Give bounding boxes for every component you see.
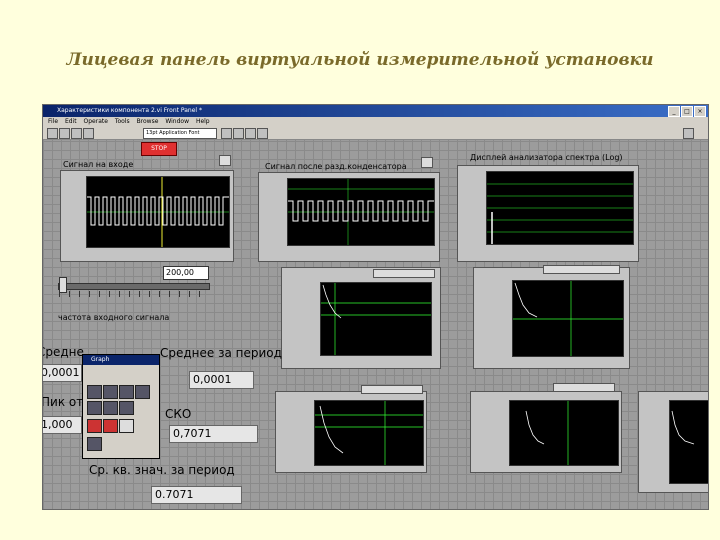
font-selector[interactable]: 13pt Application Font — [143, 128, 217, 139]
graph8[interactable] — [638, 391, 708, 493]
mean-left-value: 0,0001 — [43, 364, 82, 382]
resize-icon[interactable] — [245, 128, 256, 139]
distribute-icon[interactable] — [233, 128, 244, 139]
minimize-button[interactable]: _ — [668, 106, 680, 117]
pan-icon[interactable] — [103, 385, 118, 399]
stop-button[interactable]: STOP — [141, 142, 177, 156]
capacitor-signal-graph[interactable] — [258, 172, 440, 262]
reorder-icon[interactable] — [257, 128, 268, 139]
spectrum-graph[interactable] — [457, 165, 639, 262]
graph7-selector[interactable] — [553, 383, 615, 392]
graph7-plot — [525, 401, 569, 465]
graph6-selector[interactable] — [361, 385, 423, 394]
frequency-slider-scale — [59, 291, 209, 297]
frequency-slider[interactable] — [58, 283, 210, 290]
grid-icon[interactable] — [103, 401, 118, 415]
hand-icon[interactable] — [119, 419, 134, 433]
zoom-out-icon[interactable] — [87, 419, 102, 433]
toolbar: 13pt Application Font — [43, 127, 708, 140]
run-arrow-icon[interactable] — [47, 128, 58, 139]
capacitor-signal-plot — [288, 179, 434, 245]
menu-file[interactable]: File — [48, 118, 58, 125]
maximize-button[interactable]: □ — [681, 106, 693, 117]
graph4[interactable] — [281, 267, 441, 369]
rms-value: 0,7071 — [169, 425, 258, 443]
graph6-plot — [315, 401, 423, 465]
window-title: Характеристики компонента 2.vi Front Pan… — [57, 107, 202, 114]
graph2-label: Сигнал после разд.конденсатора — [265, 162, 407, 171]
mean-label: Среднее за период — [160, 346, 282, 360]
plot-icon[interactable] — [87, 401, 102, 415]
spectrum-plot — [487, 183, 633, 244]
menu-bar: File Edit Operate Tools Browse Window He… — [43, 117, 708, 127]
graph6[interactable] — [275, 391, 427, 473]
graph1-legend[interactable] — [219, 155, 231, 166]
rms-label: СКО — [165, 407, 192, 421]
autoscale-icon[interactable] — [119, 401, 134, 415]
zoom-in-icon[interactable] — [103, 419, 118, 433]
menu-window[interactable]: Window — [165, 118, 189, 125]
run-continuous-icon[interactable] — [59, 128, 70, 139]
menu-browse[interactable]: Browse — [137, 118, 159, 125]
menu-edit[interactable]: Edit — [65, 118, 77, 125]
graph8-plot — [671, 410, 695, 445]
menu-tools[interactable]: Tools — [115, 118, 130, 125]
scale-icon[interactable] — [135, 385, 150, 399]
graph5-selector[interactable] — [543, 265, 620, 274]
peak-value: 1,000 — [43, 416, 82, 434]
labview-front-panel-window: Характеристики компонента 2.vi Front Pan… — [42, 104, 709, 510]
graph1-label: Сигнал на входе — [63, 160, 134, 169]
graph7[interactable] — [470, 391, 622, 473]
pause-icon[interactable] — [83, 128, 94, 139]
frequency-value[interactable]: 200,00 — [163, 266, 209, 280]
graph5-plot — [513, 281, 623, 356]
graph2-legend[interactable] — [421, 157, 433, 168]
peak-label: Пик от — [42, 395, 84, 409]
input-signal-plot — [87, 177, 229, 247]
menu-help[interactable]: Help — [196, 118, 210, 125]
mean-left-label: Средне — [43, 345, 84, 359]
graph5[interactable] — [473, 267, 630, 369]
rms-period-label: Ср. кв. знач. за период — [89, 463, 235, 477]
cursor-icon[interactable] — [119, 385, 134, 399]
abort-icon[interactable] — [71, 128, 82, 139]
rms-period-value: 0.7071 — [151, 486, 242, 504]
align-icon[interactable] — [221, 128, 232, 139]
help-icon[interactable] — [683, 128, 694, 139]
window-titlebar[interactable]: Характеристики компонента 2.vi Front Pan… — [43, 105, 708, 117]
input-signal-graph[interactable] — [60, 170, 234, 262]
menu-operate[interactable]: Operate — [84, 118, 108, 125]
graph4-plot — [321, 283, 431, 355]
close-button[interactable]: × — [694, 106, 706, 117]
graph-palette[interactable]: Graph — [82, 354, 160, 459]
mean-value: 0,0001 — [189, 371, 254, 389]
frequency-label: частота входного сигнала — [58, 313, 170, 322]
graph4-selector[interactable] — [373, 269, 435, 278]
zoom-icon[interactable] — [87, 385, 102, 399]
graph-palette-title: Graph — [83, 355, 159, 365]
graph3-label: Дисплей анализатора спектра (Log) — [470, 153, 623, 162]
slide-title: Лицевая панель виртуальной измерительной… — [66, 50, 654, 70]
export-icon[interactable] — [87, 437, 102, 451]
